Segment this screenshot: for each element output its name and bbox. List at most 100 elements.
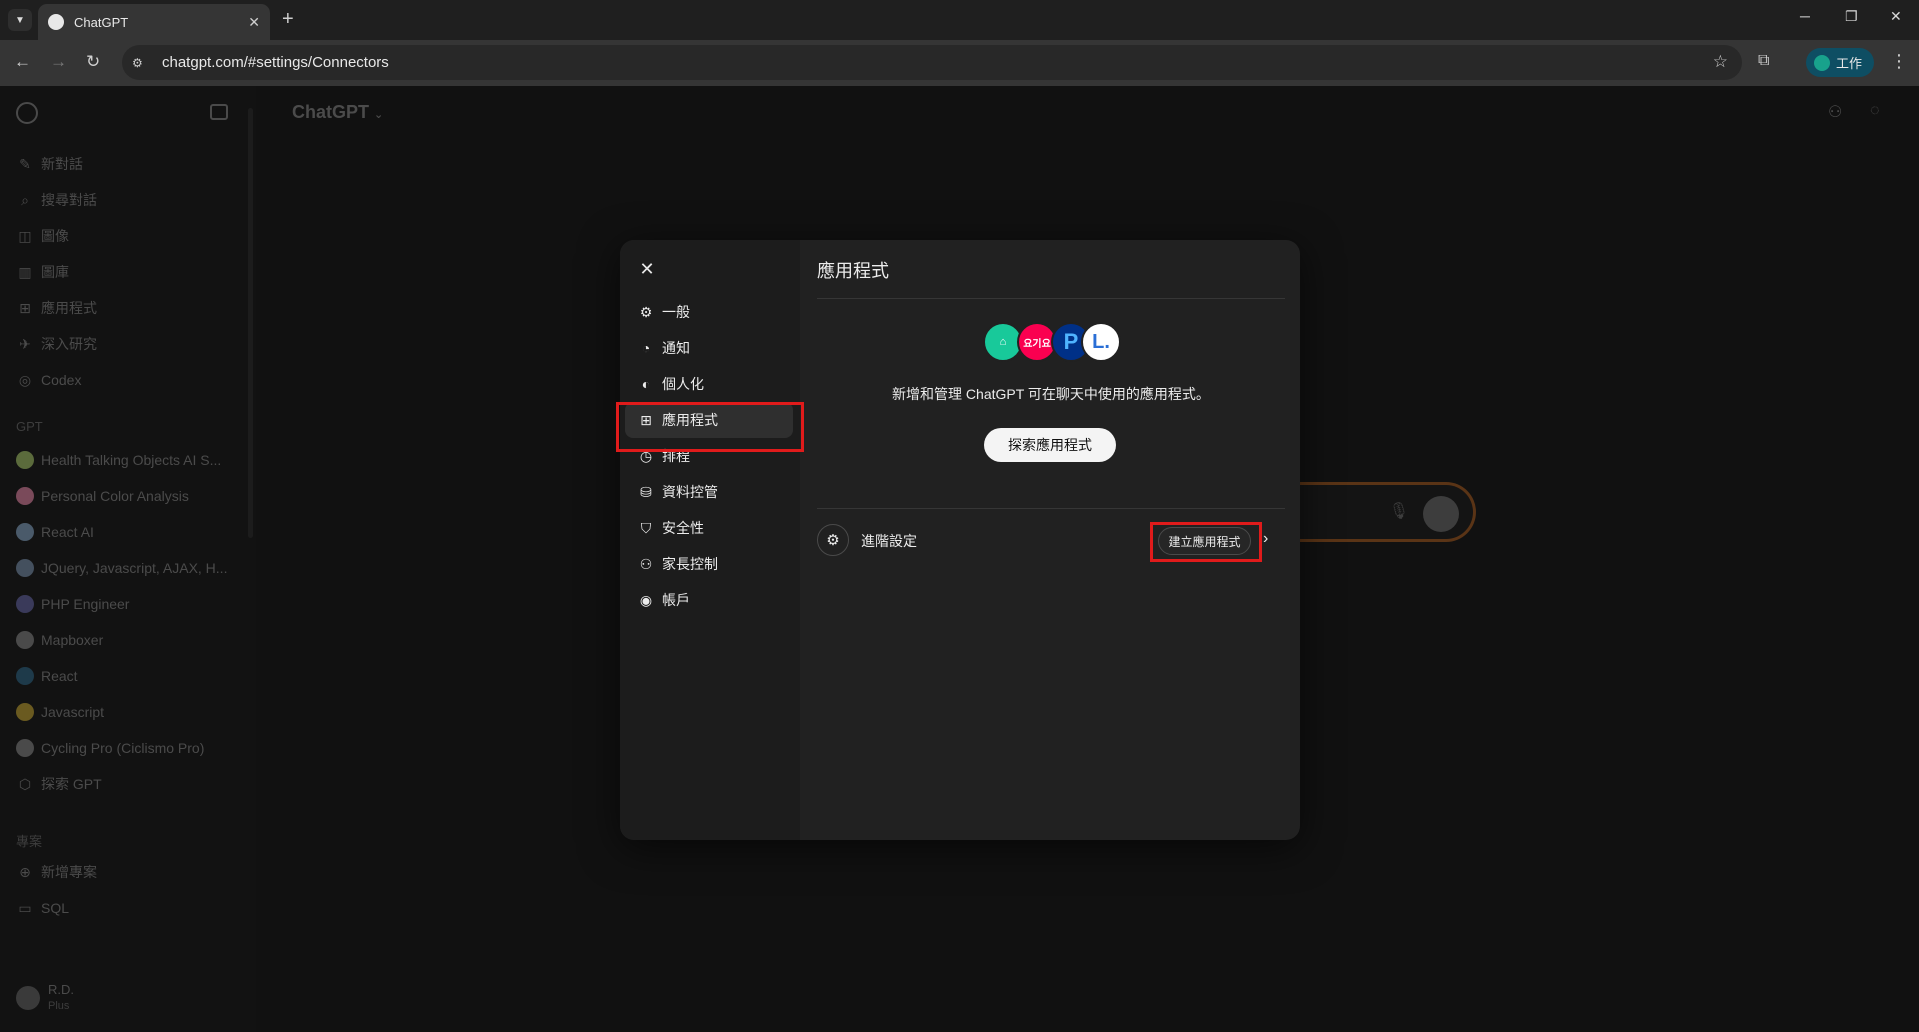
chevron-down-icon: ▼ xyxy=(15,14,25,26)
back-icon[interactable]: ← xyxy=(14,52,31,72)
l-app-logo-icon: L. xyxy=(1081,322,1121,362)
openai-logo-icon[interactable] xyxy=(16,102,38,124)
close-icon[interactable]: ✕ xyxy=(248,14,260,31)
gpt-label: Mapboxer xyxy=(41,632,104,648)
settings-tab-label: 家長控制 xyxy=(662,556,718,572)
gpt-avatar xyxy=(16,523,34,541)
sidebar-item-label: 圖庫 xyxy=(41,264,69,280)
sidebar-item-images[interactable]: ◫ 圖像 xyxy=(16,226,69,246)
profile-button[interactable]: 工作 xyxy=(1806,48,1874,77)
explore-apps-button[interactable]: 探索應用程式 xyxy=(984,428,1116,462)
gpt-label: React AI xyxy=(41,524,94,540)
gpt-section-label: GPT xyxy=(16,419,43,434)
sidebar-item-codex[interactable]: ◎ Codex xyxy=(16,370,82,390)
divider xyxy=(817,508,1285,509)
chevron-right-icon[interactable]: › xyxy=(1263,530,1268,548)
gpt-item[interactable]: Javascript xyxy=(16,702,104,722)
minimize-icon[interactable]: ─ xyxy=(1800,8,1810,24)
settings-tab-account[interactable]: ◉ 帳戶 xyxy=(625,582,793,618)
settings-tab-personalization[interactable]: ◐ 個人化 xyxy=(625,366,793,402)
gpt-label: Javascript xyxy=(41,704,105,720)
apps-description: 新增和管理 ChatGPT 可在聊天中使用的應用程式。 xyxy=(892,386,1210,402)
user-plan: Plus xyxy=(48,1000,70,1012)
microphone-icon[interactable]: 🎙 xyxy=(1389,501,1409,521)
restore-icon[interactable]: ❐ xyxy=(1845,8,1858,25)
bookmark-star-icon[interactable]: ☆ xyxy=(1713,52,1728,72)
new-tab-button[interactable]: + xyxy=(282,8,294,31)
gpt-avatar xyxy=(16,451,34,469)
address-bar: ← → ↻ ⚙ chatgpt.com/#settings/Connectors… xyxy=(0,40,1919,86)
sidebar-item-apps[interactable]: ⊞ 應用程式 xyxy=(16,298,97,318)
settings-tab-notifications[interactable]: ◔ 通知 xyxy=(625,330,793,366)
edit-icon: ✎ xyxy=(19,155,31,172)
reload-icon[interactable]: ↻ xyxy=(86,52,100,72)
voice-mode-button[interactable] xyxy=(1423,496,1459,532)
gpt-avatar xyxy=(16,595,34,613)
gpt-label: Personal Color Analysis xyxy=(41,488,189,504)
gpt-label: PHP Engineer xyxy=(41,596,130,612)
window-close-icon[interactable]: ✕ xyxy=(1890,8,1902,25)
gpt-avatar xyxy=(16,487,34,505)
url-field[interactable]: ⚙ chatgpt.com/#settings/Connectors ☆ xyxy=(122,45,1742,80)
gpt-item[interactable]: PHP Engineer xyxy=(16,594,129,614)
sidebar: ✎ 新對話 ⌕ 搜尋對話 ◫ 圖像 ▥ 圖庫 ⊞ 應用程式 ✈ 深入研究 ◎ C… xyxy=(0,86,256,1032)
gpt-item[interactable]: Mapboxer xyxy=(16,630,103,650)
sidebar-item-label: 搜尋對話 xyxy=(41,192,97,208)
settings-tab-label: 安全性 xyxy=(662,520,704,536)
gpt-item[interactable]: React xyxy=(16,666,78,686)
sidebar-scrollbar[interactable] xyxy=(248,108,253,538)
sidebar-item-library[interactable]: ▥ 圖庫 xyxy=(16,262,69,282)
sidebar-item-label: 新對話 xyxy=(41,156,83,172)
gear-icon: ⚙ xyxy=(639,303,653,320)
gpt-item[interactable]: Cycling Pro (Ciclismo Pro) xyxy=(16,738,204,758)
gpt-item[interactable]: Personal Color Analysis xyxy=(16,486,189,506)
sidebar-item-search[interactable]: ⌕ 搜尋對話 xyxy=(16,190,97,210)
user-name[interactable]: R.D. xyxy=(48,982,74,997)
sidebar-item-label: 應用程式 xyxy=(41,300,97,316)
settings-tab-parental-controls[interactable]: ⚇ 家長控制 xyxy=(625,546,793,582)
sidebar-toggle-icon[interactable] xyxy=(210,104,228,120)
apps-icon: ⊞ xyxy=(19,299,31,316)
sidebar-item-new-project[interactable]: ⊕ 新增專案 xyxy=(16,862,97,882)
gpt-item[interactable]: Health Talking Objects AI S... xyxy=(16,450,221,470)
avatar[interactable] xyxy=(16,986,40,1010)
settings-tab-label: 通知 xyxy=(662,340,690,356)
forward-icon[interactable]: → xyxy=(50,52,67,72)
library-icon: ▥ xyxy=(18,263,32,280)
avatar xyxy=(1814,54,1830,71)
browser-tab[interactable]: ChatGPT ✕ xyxy=(38,4,270,40)
share-user-icon[interactable]: ⚇ xyxy=(1828,102,1848,122)
site-info-icon[interactable]: ⚙ xyxy=(132,56,150,70)
sidebar-item-project-sql[interactable]: ▭ SQL xyxy=(16,898,69,918)
gpt-item[interactable]: React AI xyxy=(16,522,94,542)
tab-search-button[interactable]: ▼ xyxy=(8,9,32,31)
extensions-icon[interactable]: ⧉ xyxy=(1758,52,1769,70)
gpt-avatar xyxy=(16,559,34,577)
advanced-settings-label: 進階設定 xyxy=(861,533,917,549)
sidebar-item-new-chat[interactable]: ✎ 新對話 xyxy=(16,154,83,174)
settings-tab-label: 資料控管 xyxy=(662,484,718,500)
telescope-icon: ✈ xyxy=(19,335,31,352)
settings-tab-security[interactable]: ⛉ 安全性 xyxy=(625,510,793,546)
close-icon[interactable]: ✕ xyxy=(636,258,658,280)
settings-tab-general[interactable]: ⚙ 一般 xyxy=(625,294,793,330)
parent-icon: ⚇ xyxy=(639,555,653,572)
model-selector[interactable]: ChatGPT ⌄ xyxy=(292,102,383,123)
sidebar-item-label: 圖像 xyxy=(41,228,69,244)
sidebar-item-label: 新增專案 xyxy=(41,864,97,880)
gpt-item[interactable]: JQuery, Javascript, AJAX, H... xyxy=(16,558,227,578)
gpt-avatar xyxy=(16,703,34,721)
bell-icon: ◔ xyxy=(641,340,651,356)
gpt-label: JQuery, Javascript, AJAX, H... xyxy=(41,560,228,576)
settings-tab-data-controls[interactable]: ⛁ 資料控管 xyxy=(625,474,793,510)
temporary-chat-icon[interactable]: ◌ xyxy=(1870,102,1890,122)
sidebar-item-explore-gpt[interactable]: ⬡ 探索 GPT xyxy=(16,774,102,794)
more-menu-icon[interactable]: ⋮ xyxy=(1890,51,1908,72)
folder-icon: ▭ xyxy=(18,899,32,916)
settings-nav: ✕ ⚙ 一般 ◔ 通知 ◐ 個人化 ⊞ 應用程式 ◷ 排程 ⛁ 資料控管 ⛉ 安… xyxy=(620,240,800,840)
sidebar-item-deep-research[interactable]: ✈ 深入研究 xyxy=(16,334,97,354)
gpt-avatar xyxy=(16,739,34,757)
settings-tab-label: 一般 xyxy=(662,304,690,320)
url-text: chatgpt.com/#settings/Connectors xyxy=(162,54,389,71)
codex-icon: ◎ xyxy=(18,371,32,388)
